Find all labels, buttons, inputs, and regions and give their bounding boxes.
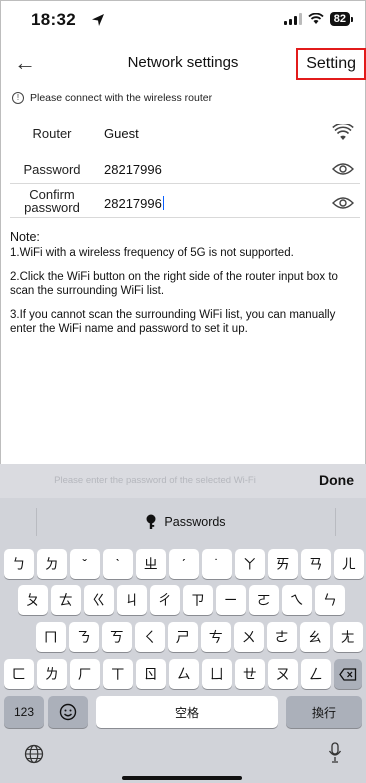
- nav-bar: ← Network settings Setting: [0, 44, 366, 84]
- status-time: 18:32: [31, 10, 76, 29]
- keyboard-key[interactable]: ˊ: [169, 549, 199, 579]
- return-key[interactable]: 換行: [286, 696, 362, 728]
- battery-icon: 82: [329, 12, 354, 26]
- key-icon: [146, 514, 156, 529]
- keyboard-key[interactable]: ㄝ: [235, 659, 265, 689]
- keyboard-key[interactable]: ㄊ: [51, 585, 81, 615]
- keyboard-key[interactable]: ㄟ: [282, 585, 312, 615]
- router-input[interactable]: Guest: [104, 126, 139, 141]
- confirm-password-row: Confirm password 28217996: [10, 186, 360, 218]
- keyboard-toolbar: Please enter the password of the selecte…: [0, 464, 366, 498]
- wifi-status-icon: [308, 13, 324, 24]
- keyboard-key[interactable]: ㄖ: [136, 659, 166, 689]
- eye-icon[interactable]: [332, 162, 354, 176]
- note-section: Note: 1.WiFi with a wireless frequency o…: [10, 230, 356, 346]
- note-item: 1.WiFi with a wireless frequency of 5G i…: [10, 247, 294, 259]
- keyboard-hint: Please enter the password of the selecte…: [54, 475, 256, 486]
- passwords-autofill-button[interactable]: Passwords: [36, 508, 336, 536]
- keyboard-key[interactable]: ㄓ: [136, 549, 166, 579]
- password-input[interactable]: 28217996: [104, 162, 162, 177]
- cellular-signal-icon: [283, 13, 302, 25]
- confirm-label-line2: password: [24, 200, 80, 215]
- keyboard-key[interactable]: ㄍ: [84, 585, 114, 615]
- done-button[interactable]: Done: [319, 472, 354, 488]
- emoji-icon: [59, 703, 77, 721]
- passwords-label: Passwords: [164, 515, 226, 529]
- home-indicator: [122, 776, 242, 780]
- keyboard-key[interactable]: ㄤ: [333, 622, 363, 652]
- keyboard-key[interactable]: ㄠ: [300, 622, 330, 652]
- note-item: 3.If you cannot scan the surrounding WiF…: [10, 309, 336, 335]
- status-bar: 18:32 82: [0, 0, 366, 44]
- keyboard: Please enter the password of the selecte…: [0, 464, 366, 783]
- globe-icon[interactable]: [24, 744, 44, 764]
- setting-button[interactable]: Setting: [296, 48, 366, 80]
- keyboard-key[interactable]: ㄦ: [334, 549, 364, 579]
- wifi-scan-icon[interactable]: [332, 124, 354, 142]
- keyboard-key[interactable]: ˇ: [70, 549, 100, 579]
- numbers-key[interactable]: 123: [4, 696, 44, 728]
- keyboard-key[interactable]: ㄜ: [267, 622, 297, 652]
- password-row: Password 28217996: [10, 154, 360, 184]
- location-arrow-icon: [92, 14, 104, 26]
- router-label: Router: [32, 126, 72, 141]
- keyboard-key[interactable]: ㄉ: [37, 549, 67, 579]
- notice-text: Please connect with the wireless router: [30, 92, 213, 104]
- keyboard-key[interactable]: ㄥ: [301, 659, 331, 689]
- info-icon: !: [12, 92, 24, 104]
- keyboard-key[interactable]: ˙: [202, 549, 232, 579]
- keyboard-key[interactable]: ㄛ: [249, 585, 279, 615]
- keyboard-key[interactable]: ㄐ: [117, 585, 147, 615]
- keyboard-key[interactable]: ㄙ: [169, 659, 199, 689]
- eye-icon-confirm[interactable]: [332, 196, 354, 210]
- keyboard-key[interactable]: ㄗ: [183, 585, 213, 615]
- keyboard-key[interactable]: ㄔ: [150, 585, 180, 615]
- keyboard-key[interactable]: ㄘ: [201, 622, 231, 652]
- confirm-password-input[interactable]: 28217996: [104, 196, 164, 211]
- keyboard-key[interactable]: ㄌ: [37, 659, 67, 689]
- keyboard-key[interactable]: ㄢ: [301, 549, 331, 579]
- notice: ! Please connect with the wireless route…: [12, 92, 212, 104]
- keyboard-key[interactable]: ㄆ: [18, 585, 48, 615]
- emoji-key[interactable]: [48, 696, 88, 728]
- confirm-password-label: Confirm password: [10, 188, 94, 214]
- keyboard-key[interactable]: ㄎ: [102, 622, 132, 652]
- space-key[interactable]: 空格: [96, 696, 278, 728]
- keyboard-key[interactable]: ㄡ: [268, 659, 298, 689]
- keyboard-key[interactable]: ㄇ: [36, 622, 66, 652]
- keyboard-key[interactable]: ㄅ: [4, 549, 34, 579]
- backspace-key[interactable]: [334, 659, 362, 689]
- keyboard-key[interactable]: ㄣ: [315, 585, 345, 615]
- confirm-password-value: 28217996: [104, 196, 162, 211]
- keyboard-key[interactable]: ㄨ: [234, 622, 264, 652]
- microphone-icon[interactable]: [328, 742, 342, 764]
- keyboard-key[interactable]: ㄏ: [70, 659, 100, 689]
- keyboard-key[interactable]: ㄋ: [69, 622, 99, 652]
- status-indicators: 82: [283, 12, 354, 26]
- router-row: Router Guest: [10, 118, 360, 150]
- note-title: Note:: [10, 230, 40, 244]
- keyboard-key[interactable]: ㄞ: [268, 549, 298, 579]
- keyboard-key[interactable]: ㄩ: [202, 659, 232, 689]
- note-item: 2.Click the WiFi button on the right sid…: [10, 271, 338, 297]
- keyboard-key[interactable]: ㄚ: [235, 549, 265, 579]
- keyboard-key[interactable]: ㄕ: [168, 622, 198, 652]
- keyboard-key[interactable]: ㄒ: [103, 659, 133, 689]
- text-cursor: [162, 196, 164, 210]
- keyboard-key[interactable]: ㄈ: [4, 659, 34, 689]
- backspace-icon: [339, 667, 357, 681]
- password-label: Password: [23, 162, 81, 177]
- keyboard-key[interactable]: ㄧ: [216, 585, 246, 615]
- keyboard-key[interactable]: ˋ: [103, 549, 133, 579]
- keyboard-key[interactable]: ㄑ: [135, 622, 165, 652]
